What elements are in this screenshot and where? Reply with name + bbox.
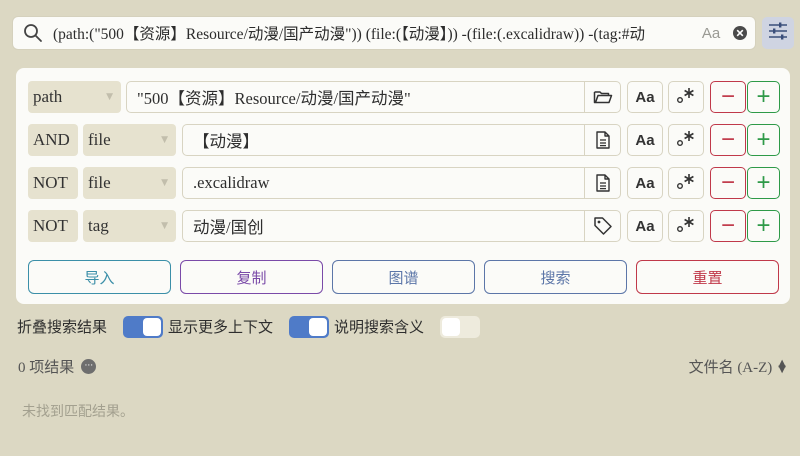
regex-button[interactable]: [668, 210, 704, 242]
sort-select[interactable]: 文件名 (A-Z) ▲ ▼: [689, 356, 786, 377]
field-select[interactable]: file ▼: [83, 124, 176, 156]
add-row-button[interactable]: +: [747, 210, 780, 242]
remove-row-button[interactable]: −: [710, 81, 746, 113]
import-button[interactable]: 导入: [28, 260, 171, 294]
operator-select[interactable]: NOT: [28, 210, 78, 242]
chevron-down-icon: ▼: [161, 178, 168, 188]
value-input[interactable]: .excalidraw: [182, 167, 621, 199]
operator-label: NOT: [33, 173, 68, 192]
regex-button[interactable]: [668, 124, 704, 156]
tag-icon[interactable]: [584, 211, 620, 241]
chevron-down-icon: ▼: [106, 92, 113, 102]
field-label: file: [88, 173, 111, 192]
value-text: .excalidraw: [193, 173, 270, 192]
collapse-results-toggle[interactable]: [123, 316, 163, 338]
add-row-button[interactable]: +: [747, 124, 780, 156]
search-button[interactable]: 搜索: [484, 260, 627, 294]
regex-icon: [675, 128, 697, 153]
sort-label: 文件名 (A-Z): [688, 360, 773, 376]
chevron-down-icon: ▼: [161, 135, 168, 145]
result-count: 0 项结果 ···: [18, 356, 97, 377]
toggle-knob: [442, 318, 460, 336]
query-row: AND file ▼ 【动漫】 Aa − +: [28, 124, 780, 156]
remove-row-button[interactable]: −: [710, 210, 746, 242]
value-input[interactable]: 【动漫】: [182, 124, 621, 156]
value-input[interactable]: "500【资源】Resource/动漫/国产动漫": [126, 81, 621, 113]
copy-button[interactable]: 复制: [180, 260, 323, 294]
query-builder-panel: path ▼ "500【资源】Resource/动漫/国产动漫" Aa − + …: [16, 68, 790, 304]
search-settings-button[interactable]: [762, 17, 794, 49]
value-text: "500【资源】Resource/动漫/国产动漫": [137, 89, 411, 108]
toggle-knob: [309, 318, 327, 336]
operator-select[interactable]: AND: [28, 124, 78, 156]
graph-button[interactable]: 图谱: [332, 260, 475, 294]
remove-row-button[interactable]: −: [710, 167, 746, 199]
remove-row-button[interactable]: −: [710, 124, 746, 156]
more-options-icon[interactable]: ···: [81, 359, 97, 374]
query-row: path ▼ "500【资源】Resource/动漫/国产动漫" Aa − +: [28, 81, 780, 113]
add-row-button[interactable]: +: [747, 167, 780, 199]
more-context-label: 显示更多上下文: [168, 320, 274, 336]
explain-search-toggle[interactable]: [440, 316, 480, 338]
chevron-down-icon: ▼: [161, 221, 168, 231]
operator-select[interactable]: path ▼: [28, 81, 121, 113]
regex-button[interactable]: [668, 81, 704, 113]
file-text-icon[interactable]: [584, 168, 620, 198]
field-select[interactable]: tag ▼: [83, 210, 176, 242]
result-count-label: 0 项结果: [18, 360, 75, 376]
value-text: 动漫/国创: [193, 218, 264, 237]
regex-button[interactable]: [668, 167, 704, 199]
sliders-icon: [768, 22, 788, 45]
clear-search-icon[interactable]: [725, 17, 755, 49]
collapse-results-label: 折叠搜索结果: [17, 320, 108, 336]
folder-icon[interactable]: [584, 82, 620, 112]
add-row-button[interactable]: +: [747, 81, 780, 113]
search-input[interactable]: (path:("500【资源】Resource/动漫/国产动漫")) (file…: [53, 22, 697, 44]
search-icon: [13, 17, 53, 49]
sort-arrows-icon: ▲ ▼: [778, 357, 786, 375]
explain-search-label: 说明搜索含义: [334, 320, 425, 336]
more-context-toggle[interactable]: [289, 316, 329, 338]
field-select[interactable]: file ▼: [83, 167, 176, 199]
match-case-toggle[interactable]: Aa: [697, 25, 725, 42]
query-row: NOT file ▼ .excalidraw Aa − +: [28, 167, 780, 199]
operator-select[interactable]: NOT: [28, 167, 78, 199]
search-bar[interactable]: (path:("500【资源】Resource/动漫/国产动漫")) (file…: [12, 16, 756, 50]
case-sensitive-button[interactable]: Aa: [627, 124, 663, 156]
case-sensitive-button[interactable]: Aa: [627, 167, 663, 199]
action-bar: 导入 复制 图谱 搜索 重置: [28, 260, 780, 294]
case-sensitive-button[interactable]: Aa: [627, 210, 663, 242]
file-text-icon[interactable]: [584, 125, 620, 155]
value-input[interactable]: 动漫/国创: [182, 210, 621, 242]
regex-icon: [675, 171, 697, 196]
empty-results-message: 未找到匹配结果。: [22, 405, 134, 420]
field-label: tag: [88, 216, 109, 235]
regex-icon: [675, 85, 697, 110]
case-sensitive-button[interactable]: Aa: [627, 81, 663, 113]
operator-label: NOT: [33, 216, 68, 235]
reset-button[interactable]: 重置: [636, 260, 779, 294]
value-text: 【动漫】: [193, 132, 259, 151]
toggle-knob: [143, 318, 161, 336]
operator-label: AND: [33, 130, 70, 149]
regex-icon: [675, 214, 697, 239]
query-row: NOT tag ▼ 动漫/国创 Aa − +: [28, 210, 780, 242]
field-label: file: [88, 130, 111, 149]
operator-label: path: [33, 87, 63, 106]
